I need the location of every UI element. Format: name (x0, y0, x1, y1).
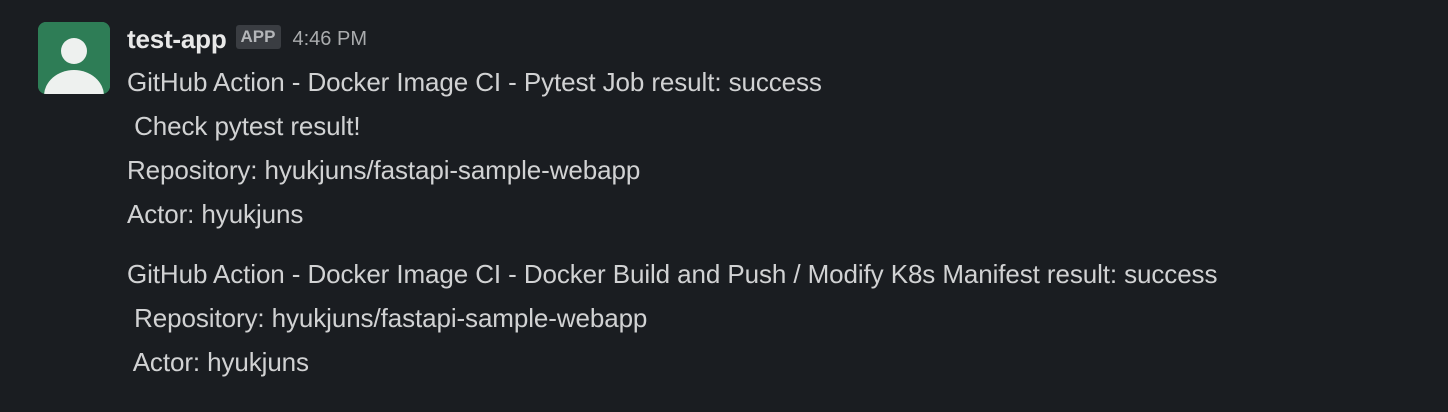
message-line: Repository: hyukjuns/fastapi-sample-weba… (127, 303, 648, 333)
user-avatar-icon[interactable] (38, 22, 110, 94)
message-line: Check pytest result! (127, 111, 361, 141)
message-line: Actor: hyukjuns (127, 199, 304, 229)
message-header: test-app APP 4:46 PM (127, 22, 367, 56)
message-line: Repository: hyukjuns/fastapi-sample-weba… (127, 155, 641, 185)
app-badge: APP (235, 25, 281, 49)
message-line: GitHub Action - Docker Image CI - Pytest… (127, 67, 822, 97)
avatar-silhouette-icon (38, 22, 110, 94)
message-line: GitHub Action - Docker Image CI - Docker… (127, 259, 1218, 289)
message-line: Actor: hyukjuns (127, 347, 309, 377)
chat-message: test-app APP 4:46 PM GitHub Action - Doc… (0, 0, 1448, 412)
message-timestamp[interactable]: 4:46 PM (293, 28, 367, 51)
sender-name[interactable]: test-app (127, 24, 227, 55)
